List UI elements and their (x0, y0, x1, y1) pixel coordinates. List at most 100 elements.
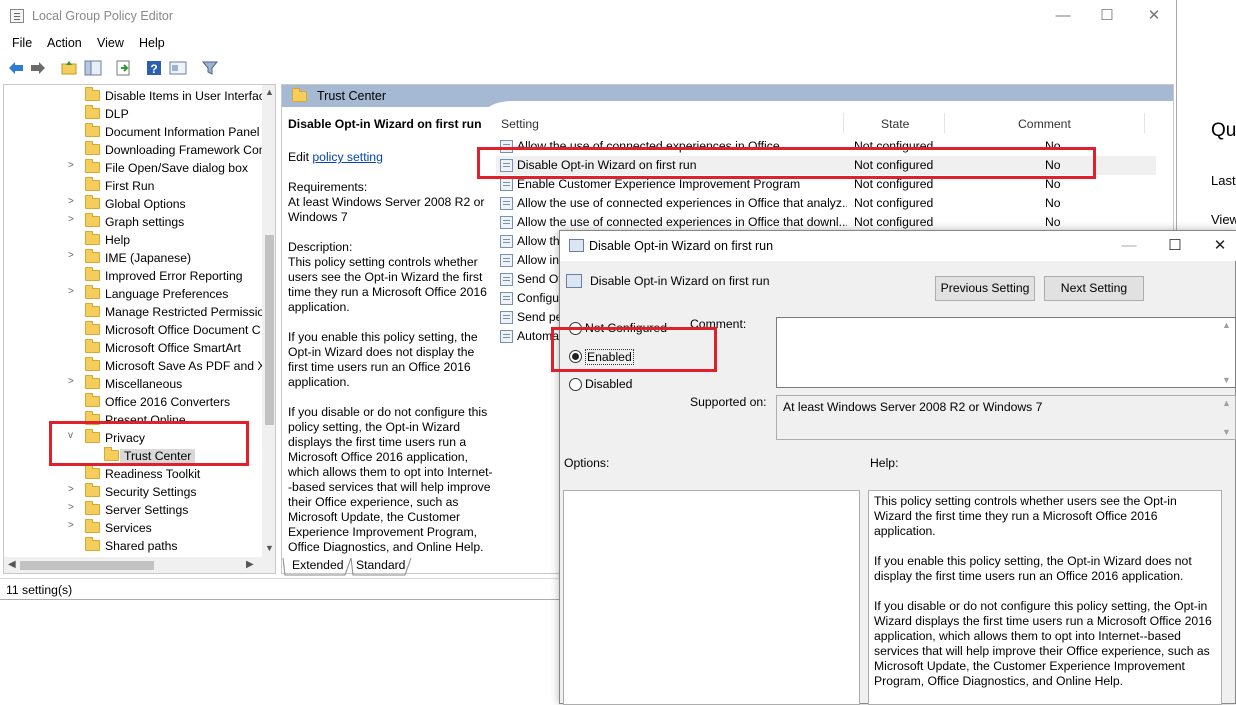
scroll-up-icon[interactable]: ▲ (1222, 398, 1231, 408)
tree-item[interactable]: > Language Preferences (4, 285, 264, 303)
scroll-down-icon[interactable]: ▼ (265, 543, 274, 553)
help-icon[interactable]: ? (145, 59, 163, 77)
tree-item[interactable]: Help (4, 231, 264, 249)
tree-item[interactable]: > Graph settings (4, 213, 264, 231)
radio-disabled-label[interactable]: Disabled (585, 377, 632, 391)
radio-disabled[interactable] (569, 378, 582, 391)
tree-item[interactable]: Document Information Panel (4, 123, 264, 141)
tree-item-label: Miscellaneous (105, 377, 183, 391)
menu-file[interactable]: File (12, 36, 32, 50)
dialog-minimize-button[interactable]: — (1117, 236, 1141, 256)
tree-item-label: Server Settings (105, 503, 189, 517)
scroll-down-icon[interactable]: ▼ (1222, 375, 1231, 385)
collapsed-chevron-icon[interactable]: > (68, 214, 80, 225)
tree-item[interactable]: > Services (4, 519, 264, 537)
setting-row[interactable]: Allow the use of connected experiences i… (496, 194, 1156, 213)
collapsed-chevron-icon[interactable]: > (68, 196, 80, 207)
tree-item[interactable]: Office 2016 Converters (4, 393, 264, 411)
folder-icon (85, 519, 100, 533)
tree-item[interactable]: First Run (4, 177, 264, 195)
supported-on-scrollbar[interactable]: ▲ ▼ (1218, 396, 1235, 439)
help-label: Help: (870, 456, 899, 470)
scroll-down-icon[interactable]: ▼ (1222, 427, 1231, 437)
policy-setting-icon (500, 254, 513, 267)
tree-item[interactable]: > Server Settings (4, 501, 264, 519)
back-arrow-icon[interactable] (7, 59, 25, 77)
menu-help[interactable]: Help (139, 36, 165, 50)
edit-line: Edit policy setting (288, 150, 494, 165)
edit-prefix: Edit (288, 150, 313, 164)
toolbar: ? (0, 56, 1177, 80)
help-panel: This policy setting controls whether use… (868, 490, 1222, 705)
tree-item[interactable]: Microsoft Save As PDF and XI (4, 357, 264, 375)
dialog-title-bar: Disable Opt-in Wizard on first run — ☐ ✕ (560, 231, 1236, 261)
tab-standard[interactable]: Standard (356, 558, 405, 572)
tree-item-label: First Run (105, 179, 155, 193)
up-folder-icon[interactable] (60, 59, 78, 77)
scroll-up-icon[interactable]: ▲ (265, 87, 274, 97)
tree-item-label: Downloading Framework Com (105, 143, 264, 157)
column-header-comment[interactable]: Comment (1018, 117, 1071, 131)
comment-scrollbar[interactable]: ▲ ▼ (1218, 318, 1235, 387)
filter-icon[interactable] (201, 59, 219, 77)
properties-icon[interactable] (169, 59, 187, 77)
tree-item[interactable]: > Global Options (4, 195, 264, 213)
collapsed-chevron-icon[interactable]: > (68, 250, 80, 261)
tree-item[interactable]: Microsoft Office SmartArt (4, 339, 264, 357)
tree-item[interactable]: > Miscellaneous (4, 375, 264, 393)
background-line-1: Last (1211, 173, 1236, 188)
description-title: Disable Opt-in Wizard on first run (288, 117, 482, 131)
tree-item[interactable]: > Security Settings (4, 483, 264, 501)
dialog-subtitle: Disable Opt-in Wizard on first run (590, 274, 770, 288)
folder-icon (85, 123, 100, 137)
tree-item[interactable]: Downloading Framework Com (4, 141, 264, 159)
maximize-button[interactable]: ☐ (1095, 6, 1119, 26)
column-header-setting[interactable]: Setting (501, 117, 539, 131)
window-title: Local Group Policy Editor (32, 9, 174, 23)
collapsed-chevron-icon[interactable]: > (68, 484, 80, 495)
close-button[interactable]: ✕ (1142, 6, 1166, 26)
tree-vertical-scroll-thumb[interactable] (265, 235, 274, 425)
tree-item[interactable]: > File Open/Save dialog box (4, 159, 264, 177)
tree-item[interactable]: > IME (Japanese) (4, 249, 264, 267)
column-divider (843, 113, 844, 133)
collapsed-chevron-icon[interactable]: > (68, 502, 80, 513)
tab-extended[interactable]: Extended (292, 558, 344, 572)
collapsed-chevron-icon[interactable]: > (68, 286, 80, 297)
tree-item-label: Manage Restricted Permissio (105, 305, 264, 319)
tree-item[interactable]: Shared paths (4, 537, 264, 555)
tree-item-label: Graph settings (105, 215, 185, 229)
dialog-maximize-button[interactable]: ☐ (1163, 236, 1187, 256)
tree-item[interactable]: Microsoft Office Document C (4, 321, 264, 339)
pane-header-title: Trust Center (317, 89, 387, 103)
dialog-close-button[interactable]: ✕ (1208, 236, 1232, 256)
show-hide-tree-icon[interactable] (84, 59, 102, 77)
scroll-up-icon[interactable]: ▲ (1222, 320, 1231, 330)
collapsed-chevron-icon[interactable]: > (68, 520, 80, 531)
collapsed-chevron-icon[interactable]: > (68, 160, 80, 171)
comment-textarea[interactable]: ▲ ▼ (776, 317, 1236, 388)
edit-policy-setting-link[interactable]: policy setting (312, 150, 382, 164)
supported-on-value: At least Windows Server 2008 R2 or Windo… (783, 400, 1043, 414)
tree-horizontal-scroll-thumb[interactable] (20, 561, 154, 570)
column-header-state[interactable]: State (881, 117, 909, 131)
tree-item[interactable]: Improved Error Reporting (4, 267, 264, 285)
tree-item[interactable]: Manage Restricted Permissio (4, 303, 264, 321)
scroll-right-icon[interactable]: ▶ (246, 559, 254, 570)
previous-setting-button[interactable]: Previous Setting (935, 276, 1035, 301)
tree-item-label: Security Settings (105, 485, 197, 499)
export-list-icon[interactable] (114, 59, 132, 77)
tree-item[interactable]: DLP (4, 105, 264, 123)
forward-arrow-icon[interactable] (29, 59, 47, 77)
menu-view[interactable]: View (97, 36, 124, 50)
policy-setting-icon (500, 311, 513, 324)
next-setting-button[interactable]: Next Setting (1044, 276, 1144, 301)
tree-item[interactable]: Readiness Toolkit (4, 465, 264, 483)
menu-action[interactable]: Action (47, 36, 82, 50)
minimize-button[interactable]: — (1051, 6, 1075, 26)
tree-item[interactable]: Disable Items in User Interfac (4, 87, 264, 105)
scroll-left-icon[interactable]: ◀ (8, 559, 16, 570)
collapsed-chevron-icon[interactable]: > (68, 376, 80, 387)
folder-icon (85, 375, 100, 389)
options-panel (563, 490, 860, 705)
